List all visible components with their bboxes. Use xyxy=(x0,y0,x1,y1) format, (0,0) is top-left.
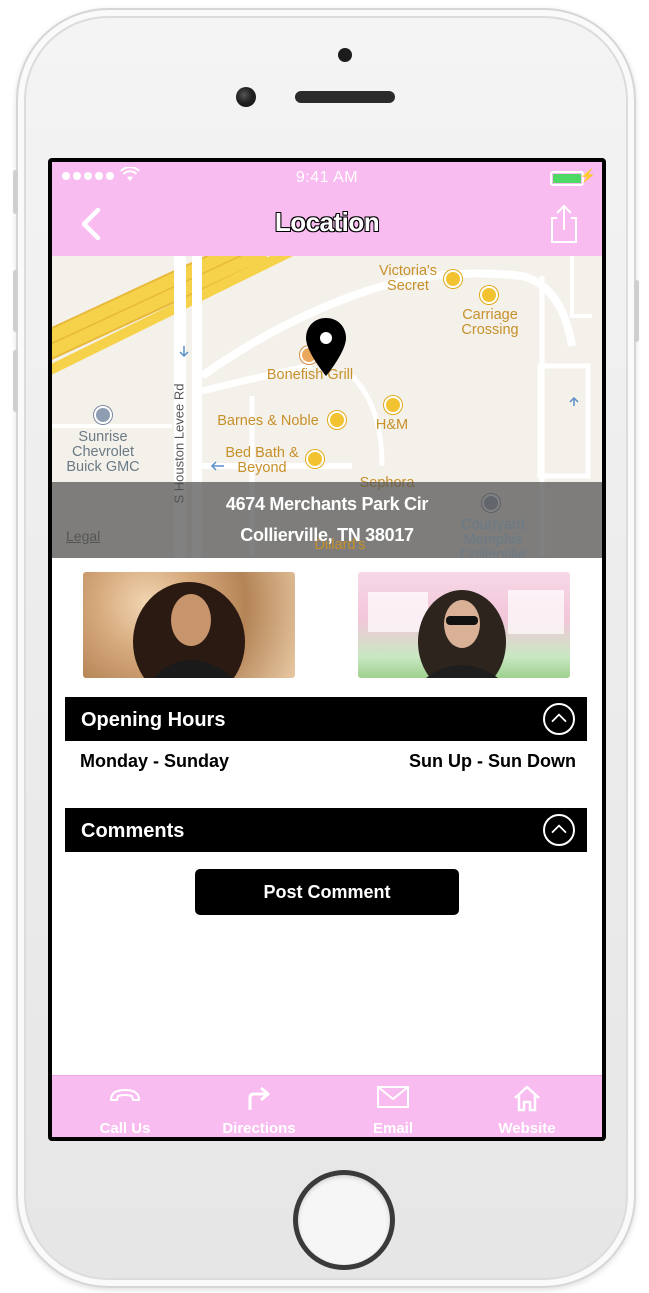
status-bar: 9:41 AM ⚡ xyxy=(52,162,602,192)
email-icon xyxy=(377,1086,409,1108)
shopping-bag-icon xyxy=(306,450,324,468)
address-city: Collierville, TN 38017 xyxy=(240,525,414,545)
mute-switch xyxy=(13,170,18,214)
tab-label-call-us: Call Us xyxy=(99,1120,151,1137)
shopping-bag-icon xyxy=(328,411,346,429)
gallery-photo-1[interactable] xyxy=(83,572,295,678)
earpiece-speaker xyxy=(295,91,395,103)
hours-time-range: Sun Up - Sun Down xyxy=(409,751,576,771)
share-icon[interactable] xyxy=(546,202,582,246)
photo-2-figure xyxy=(368,590,564,678)
location-map[interactable]: Victoria's Secret Carriage Crossing Bone… xyxy=(52,256,602,558)
device-screen: 9:41 AM ⚡ Location Victoria's Secret Car… xyxy=(48,158,606,1141)
tab-email[interactable]: Email xyxy=(328,1076,458,1137)
address-overlay: Dillard's Courtyard Memphis Collierville… xyxy=(52,482,602,558)
map-label-carriage-crossing: Carriage Crossing xyxy=(461,307,519,338)
front-camera xyxy=(236,87,256,107)
map-label-sunrise-chevrolet: Sunrise Chevrolet Buick GMC xyxy=(66,429,140,475)
post-comment-button[interactable]: Post Comment xyxy=(195,869,459,915)
map-label-hm: H&M xyxy=(375,417,409,433)
opening-hours-title: Opening Hours xyxy=(81,709,226,731)
volume-down-button xyxy=(13,350,18,412)
shopping-bag-icon xyxy=(384,396,402,414)
tab-label-directions: Directions xyxy=(222,1120,296,1137)
app-screen: 9:41 AM ⚡ Location Victoria's Secret Car… xyxy=(52,162,602,1137)
comments-header[interactable]: Comments xyxy=(65,808,587,852)
chevron-up-icon[interactable] xyxy=(543,814,575,846)
car-dealer-icon xyxy=(94,406,112,424)
tab-label-email: Email xyxy=(372,1120,414,1137)
photo-1-figure xyxy=(133,582,245,678)
top-bar: 9:41 AM ⚡ Location xyxy=(52,162,602,256)
tab-call-us[interactable]: Call Us xyxy=(60,1076,190,1137)
power-button xyxy=(634,280,639,342)
phone-icon xyxy=(110,1089,140,1101)
tab-website[interactable]: Website xyxy=(462,1076,592,1137)
address-street: 4674 Merchants Park Cir xyxy=(225,494,429,514)
gallery-photo-2[interactable] xyxy=(358,572,570,678)
map-label-barnes-noble: Barnes & Noble xyxy=(217,413,319,429)
navigation-bar: Location xyxy=(52,192,602,256)
chevron-up-icon[interactable] xyxy=(543,703,575,735)
map-label-victorias-secret: Victoria's Secret xyxy=(378,263,438,294)
proximity-sensor xyxy=(338,48,352,62)
tab-label-website: Website xyxy=(498,1120,556,1137)
charging-icon: ⚡ xyxy=(579,168,596,183)
page-title: Location xyxy=(274,207,380,237)
home-button[interactable] xyxy=(293,1170,395,1270)
status-time: 9:41 AM xyxy=(295,169,359,186)
comments-title: Comments xyxy=(81,820,185,842)
directions-icon xyxy=(248,1086,270,1110)
map-legal-link[interactable]: Legal xyxy=(66,528,100,544)
volume-up-button xyxy=(13,270,18,332)
tab-directions[interactable]: Directions xyxy=(194,1076,324,1137)
bottom-tab-bar: Call Us Directions Email Website xyxy=(52,1075,602,1137)
home-icon xyxy=(514,1085,540,1112)
shopping-bag-icon xyxy=(480,286,498,304)
location-pin-icon xyxy=(306,318,346,376)
opening-hours-header[interactable]: Opening Hours xyxy=(65,697,587,741)
map-label-bed-bath-beyond: Bed Bath & Beyond xyxy=(225,445,299,476)
shopping-bag-icon xyxy=(444,270,462,288)
hours-day-range: Monday - Sunday xyxy=(80,751,230,771)
